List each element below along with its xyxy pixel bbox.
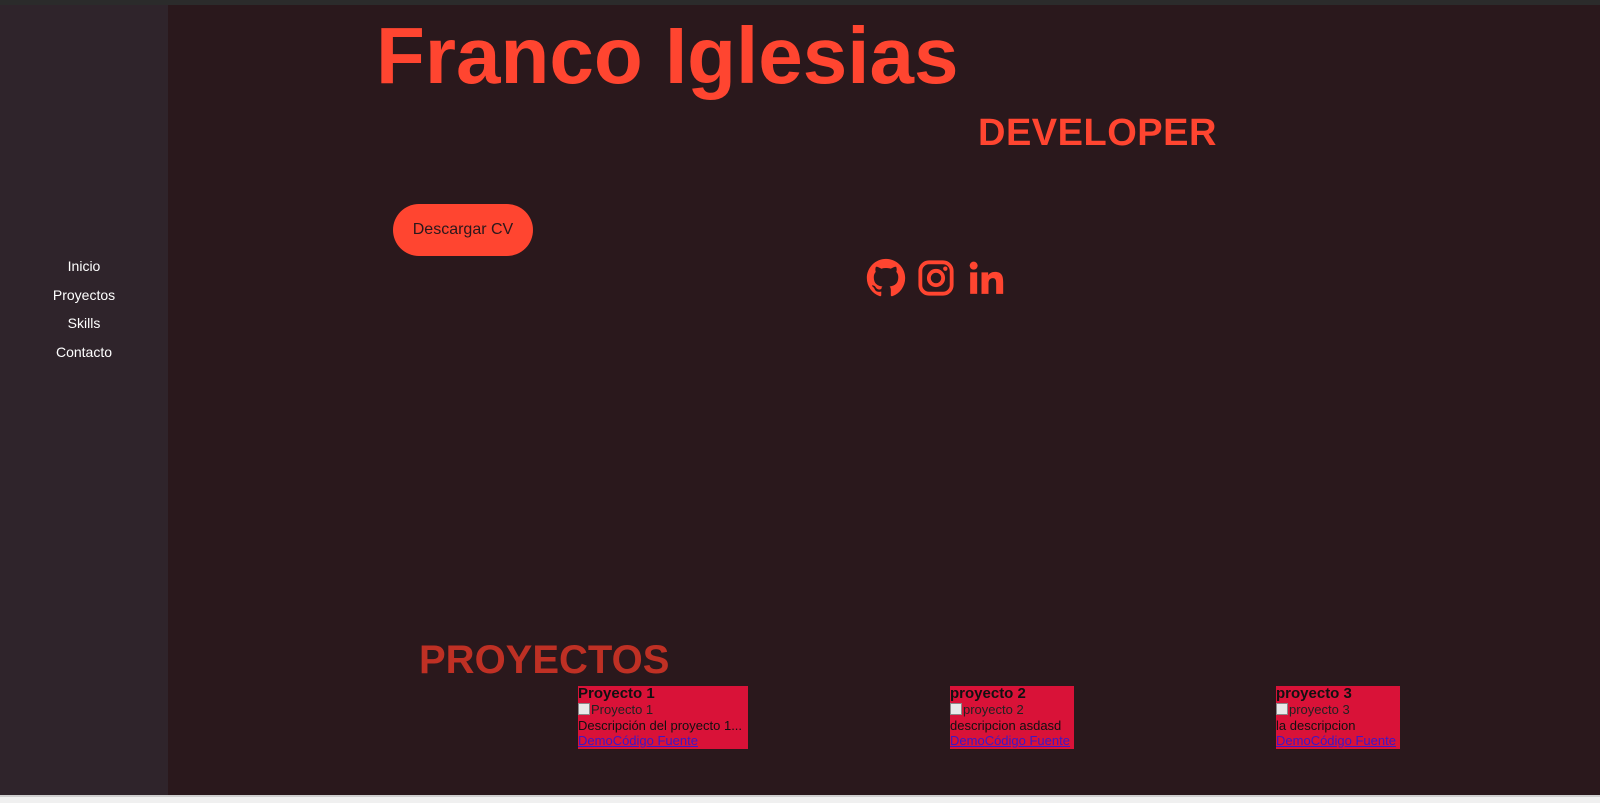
linkedin-link[interactable] [966,258,1006,298]
nav-link-inicio[interactable]: Inicio [0,252,168,281]
broken-image-icon [578,703,590,715]
projects-heading: PROYECTOS [419,638,670,682]
project-links: DemoCódigo Fuente [1276,733,1400,749]
project-description: Descripción del proyecto 1... [578,717,743,733]
window-top-border [0,0,1600,5]
source-code-link[interactable]: Código Fuente [985,733,1070,748]
nav-link-skills[interactable]: Skills [0,309,168,338]
horizontal-scrollbar[interactable] [0,795,1600,803]
hero-role: DEVELOPER [978,112,1217,154]
project-image: Proyecto 1 [578,702,748,718]
project-image: proyecto 3 [1276,702,1400,718]
sidebar-nav: Inicio Proyectos Skills Contacto [0,252,168,366]
project-card-2: proyecto 2 proyecto 2 descripcion asdasd… [950,686,1074,749]
linkedin-icon [969,261,1004,294]
hero-name: Franco Iglesias [376,11,959,100]
broken-image-icon [950,703,962,715]
project-image-alt: proyecto 2 [963,702,1024,717]
project-links: DemoCódigo Fuente [578,733,748,749]
nav-link-proyectos[interactable]: Proyectos [0,281,168,310]
demo-link[interactable]: Demo [1276,733,1311,748]
project-description: descripcion asdasd [950,717,1062,733]
download-cv-button[interactable]: Descargar CV [393,204,533,256]
sidebar: Inicio Proyectos Skills Contacto [0,5,168,795]
project-image-alt: proyecto 3 [1289,702,1350,717]
project-description: la descripcion [1276,717,1356,733]
github-link[interactable] [866,258,906,298]
instagram-icon [918,260,954,296]
broken-image-icon [1276,703,1288,715]
nav-link-contacto[interactable]: Contacto [0,338,168,367]
source-code-link[interactable]: Código Fuente [1311,733,1396,748]
project-links: DemoCódigo Fuente [950,733,1074,749]
instagram-link[interactable] [916,258,956,298]
source-code-link[interactable]: Código Fuente [613,733,698,748]
project-card-3: proyecto 3 proyecto 3 la descripcion Dem… [1276,686,1400,749]
project-title: proyecto 3 [1276,686,1352,702]
project-card-1: Proyecto 1 Proyecto 1 Descripción del pr… [578,686,748,749]
demo-link[interactable]: Demo [578,733,613,748]
github-icon [866,258,906,297]
project-image: proyecto 2 [950,702,1074,718]
project-title: Proyecto 1 [578,686,655,702]
project-image-alt: Proyecto 1 [591,702,654,717]
project-title: proyecto 2 [950,686,1026,702]
demo-link[interactable]: Demo [950,733,985,748]
